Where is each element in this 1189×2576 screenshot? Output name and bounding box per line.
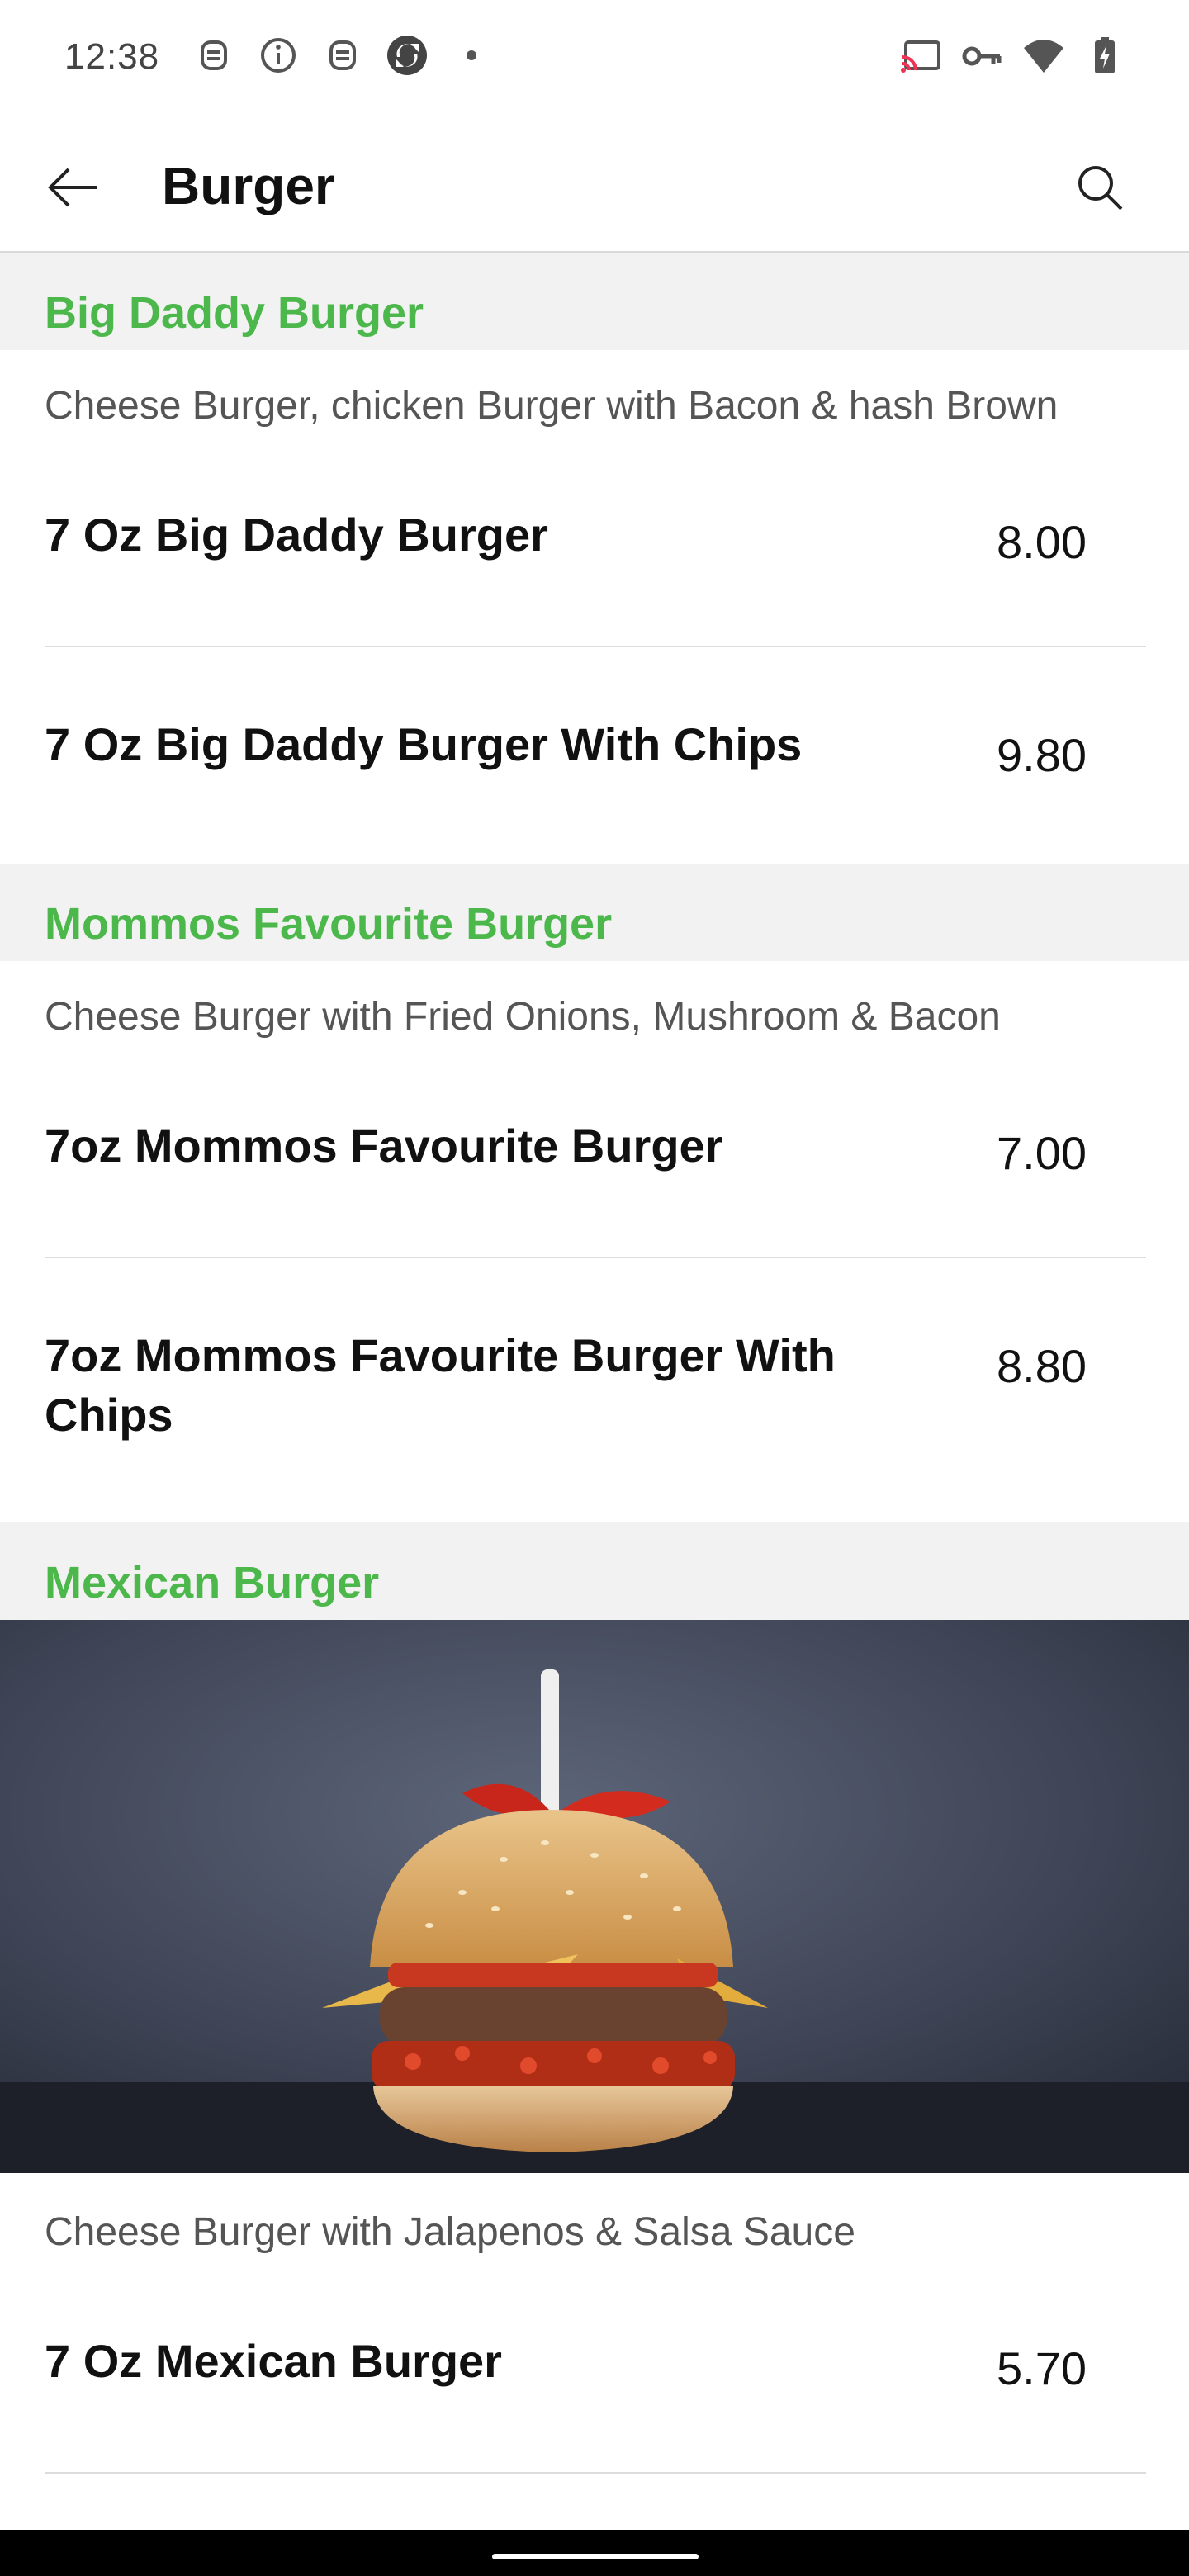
- section-header: Mexican Burger: [0, 1522, 1189, 1620]
- search-button[interactable]: [1059, 152, 1141, 226]
- menu-item[interactable]: 7oz Mommos Favourite Burger With Chips 8…: [0, 1260, 1189, 1522]
- arrow-left-icon: [47, 167, 100, 212]
- item-price: 8.80: [997, 1340, 1087, 1392]
- back-button[interactable]: [36, 152, 111, 226]
- burger-image: [0, 1620, 1189, 2173]
- sync-app-icon: [385, 33, 429, 78]
- menu-item[interactable]: 7 Oz Big Daddy Burger 8.00: [0, 462, 1189, 647]
- section-header: Mommos Favourite Burger: [0, 864, 1189, 961]
- item-name: 7 Oz Mexican Burger: [45, 2335, 502, 2387]
- notification-app-icon: [192, 33, 236, 78]
- page-title: Burger: [162, 156, 335, 215]
- section-description: Cheese Burger with Fried Onions, Mushroo…: [45, 995, 1001, 1039]
- section-title: Big Daddy Burger: [45, 288, 424, 338]
- notification-app-icon: [320, 33, 365, 78]
- menu-item[interactable]: 7 Oz Big Daddy Burger With Chips 9.80: [0, 649, 1189, 862]
- status-time: 12:38: [64, 36, 160, 77]
- item-name: 7oz Mommos Favourite Burger: [45, 1120, 723, 1172]
- app-bar: Burger: [0, 121, 1189, 253]
- item-price: 9.80: [997, 729, 1087, 781]
- cast-icon: [900, 35, 943, 78]
- menu-item[interactable]: 7oz Mommos Favourite Burger 7.00: [0, 1073, 1189, 1258]
- divider: [45, 1257, 1146, 1258]
- item-name: 7 Oz Big Daddy Burger With Chips: [45, 718, 803, 770]
- status-left-icons: [192, 33, 494, 78]
- status-bar: 12:38: [0, 0, 1189, 121]
- divider: [45, 2472, 1146, 2474]
- vpn-key-icon: [961, 35, 1004, 78]
- section-title: Mexican Burger: [45, 1558, 380, 1608]
- divider: [45, 646, 1146, 647]
- section-description: Cheese Burger with Jalapenos & Salsa Sau…: [45, 2210, 855, 2254]
- dot-icon: [449, 33, 494, 78]
- wifi-icon: [1022, 35, 1065, 78]
- section-title: Mommos Favourite Burger: [45, 899, 613, 949]
- system-nav-bar: [0, 2530, 1189, 2576]
- section-description: Cheese Burger, chicken Burger with Bacon…: [45, 384, 1059, 428]
- info-icon: [256, 33, 301, 78]
- status-right-icons: [900, 35, 1126, 78]
- item-price: 8.00: [997, 516, 1087, 568]
- item-price: 7.00: [997, 1127, 1087, 1179]
- item-price: 5.70: [997, 2342, 1087, 2394]
- section-header: Big Daddy Burger: [0, 253, 1189, 350]
- battery-charging-icon: [1083, 35, 1126, 78]
- home-gesture-handle[interactable]: [492, 2554, 699, 2559]
- search-icon: [1075, 163, 1125, 216]
- item-name: 7 Oz Big Daddy Burger: [45, 509, 548, 561]
- item-name: 7oz Mommos Favourite Burger With Chips: [45, 1329, 836, 1441]
- menu-item[interactable]: 7 Oz Mexican Burger 5.70: [0, 2289, 1189, 2474]
